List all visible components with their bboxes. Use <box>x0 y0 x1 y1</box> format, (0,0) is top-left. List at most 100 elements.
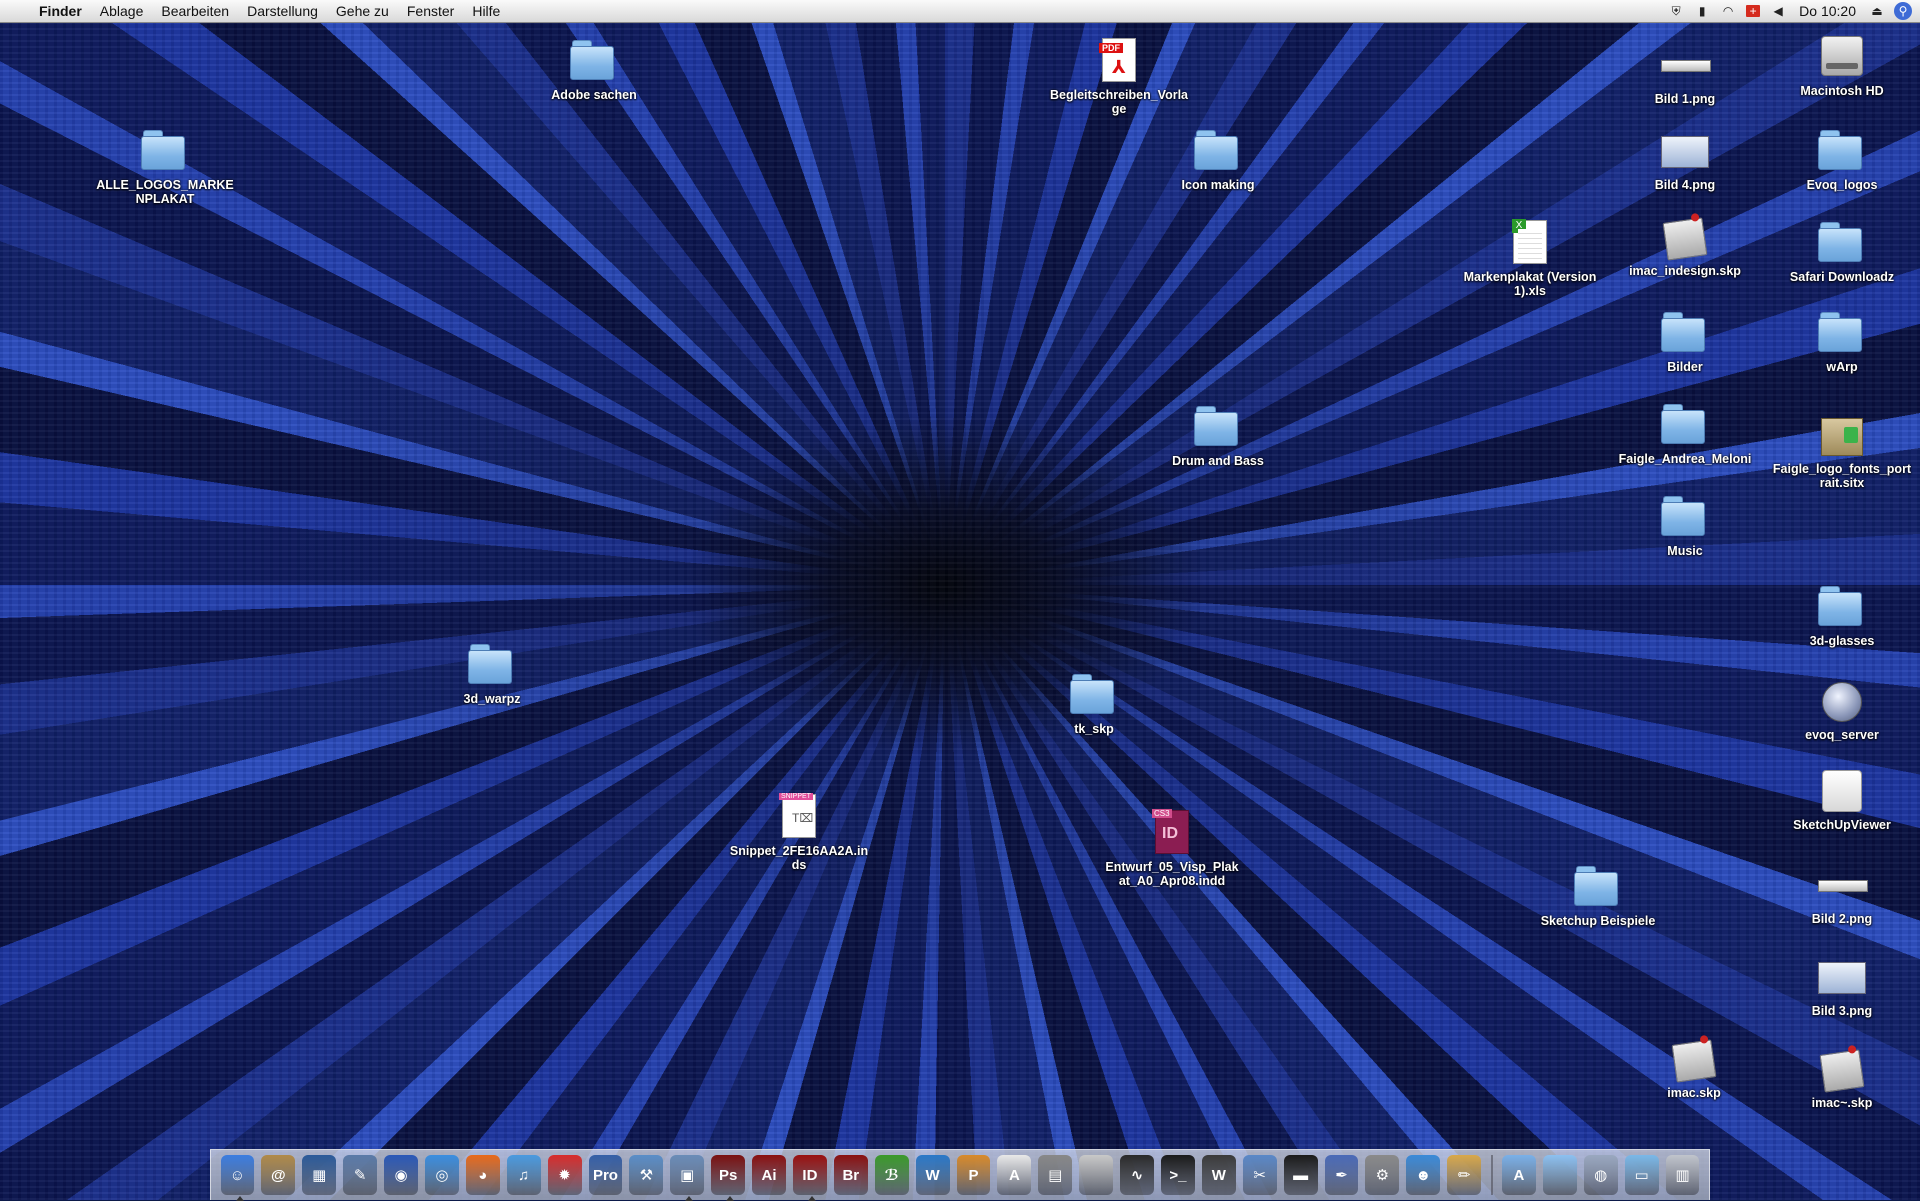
desktop-item-faigle-logo-sitx[interactable]: Faigle_logo_fonts_portrait.sitx <box>1772 410 1912 490</box>
network-icon[interactable]: ◍ <box>1583 1155 1618 1195</box>
snippet-document-icon: SNIPPET T⌧ <box>775 792 823 840</box>
item-label: Evoq_logos <box>1806 178 1878 192</box>
desktop-item-warp[interactable]: wArp <box>1772 308 1912 374</box>
desktop-item-markenplakat-xls[interactable]: X Markenplakat (Version 1).xls <box>1460 218 1600 298</box>
desktop-item-safari-downloadz[interactable]: Safari Downloadz <box>1772 218 1912 284</box>
sketchup-file-icon <box>1818 1044 1866 1093</box>
trash-icon[interactable]: ▥ <box>1665 1155 1700 1195</box>
illustrator-icon[interactable]: Ai <box>752 1155 786 1195</box>
menubar-clock[interactable]: Do 10:20 <box>1799 3 1856 19</box>
system-profiler-icon[interactable] <box>1079 1155 1114 1195</box>
google-earth-icon[interactable]: ◉ <box>384 1155 418 1195</box>
eject-icon[interactable]: ⏏ <box>1869 4 1885 18</box>
screenshot-file-icon <box>1661 126 1709 174</box>
grapher-icon[interactable]: ⚙ <box>1365 1155 1400 1195</box>
menu-fenster[interactable]: Fenster <box>398 0 463 22</box>
firefox-icon[interactable]: ◕ <box>465 1155 500 1195</box>
swiss-flag-icon[interactable]: + <box>1746 4 1761 18</box>
activity-monitor-icon[interactable]: ∿ <box>1120 1155 1154 1195</box>
desktop-item-entwurf-indd[interactable]: CS3 ID Entwurf_05_Visp_Plakat_A0_Apr08.in… <box>1102 808 1242 888</box>
desktop-item-bild-3[interactable]: Bild 3.png <box>1772 952 1912 1018</box>
item-label: Entwurf_05_Visp_Plakat_A0_Apr08.indd <box>1105 860 1239 888</box>
item-label: Adobe sachen <box>551 88 637 102</box>
network-server-icon <box>1818 676 1866 724</box>
desktop-item-3d-glasses[interactable]: 3d-glasses <box>1772 582 1912 648</box>
desktop-item-drum-and-bass[interactable]: Drum and Bass <box>1148 402 1288 468</box>
preview-icon[interactable]: ✎ <box>343 1155 378 1195</box>
menu-darstellung[interactable]: Darstellung <box>238 0 327 22</box>
paint-app-icon[interactable]: P <box>956 1155 991 1195</box>
textedit-icon[interactable]: W <box>1201 1155 1236 1195</box>
running-indicator <box>726 1196 735 1201</box>
photoshop-icon[interactable]: Ps <box>711 1155 746 1201</box>
desktop-icon[interactable]: ▭ <box>1624 1155 1659 1195</box>
usb-stick-icon[interactable]: ▬ <box>1283 1155 1318 1195</box>
desktop-item-bild-4[interactable]: Bild 4.png <box>1615 126 1755 192</box>
desktop-item-sketchupviewer[interactable]: SketchUpViewer <box>1772 766 1912 832</box>
desktop-item-icon-making[interactable]: Icon making <box>1148 126 1288 192</box>
dock: ☺ @ ▦ ✎ ◉ ◎ ◕ ♫ ✹ Pro ⚒ ▣ Ps Ai ID Br ℬ W P A ▤ ∿ >_ W ✂ ▬ ✒ ⚙ ☻ ✏ A ◍ ▭… <box>210 1149 1710 1201</box>
script-editor-icon[interactable]: ✒ <box>1324 1155 1359 1195</box>
desktop-item-faigle-andrea-meloni[interactable]: Faigle_Andrea_Meloni <box>1615 400 1755 466</box>
desktop-item-bilder[interactable]: Bilder <box>1615 308 1755 374</box>
eye-candy-icon[interactable]: ✹ <box>547 1155 582 1195</box>
app-menu-finder[interactable]: Finder <box>30 0 91 22</box>
item-label: Macintosh HD <box>1800 84 1884 98</box>
desktop-item-begleitschreiben[interactable]: PDF ⅄ Begleitschreiben_Vorlage <box>1049 36 1189 116</box>
green-app-icon[interactable]: ℬ <box>874 1155 909 1195</box>
volume-icon[interactable]: ◀ <box>1770 4 1786 18</box>
desktop-item-imac-skp[interactable]: imac.skp <box>1624 1034 1764 1100</box>
desktop-item-bild-2[interactable]: Bild 2.png <box>1772 860 1912 926</box>
desktop-item-sketchup-beispiele[interactable]: Sketchup Beispiele <box>1528 862 1668 928</box>
wifi-icon[interactable]: ◠ <box>1720 4 1736 18</box>
acrobat-icon[interactable]: A <box>997 1155 1032 1195</box>
desktop-item-music[interactable]: Music <box>1615 492 1755 558</box>
spotlight-icon[interactable]: ⚲ <box>1894 2 1912 20</box>
menu-hilfe[interactable]: Hilfe <box>463 0 509 22</box>
web-app-icon[interactable]: W <box>915 1155 950 1195</box>
folder-icon <box>141 126 189 174</box>
dock-separator <box>1490 1155 1493 1195</box>
desktop-item-adobe-sachen[interactable]: Adobe sachen <box>524 36 664 102</box>
dashboard-icon[interactable]: ▣ <box>670 1155 705 1201</box>
indesign-icon[interactable]: ID <box>792 1155 827 1201</box>
desktop-item-imac-indesign-skp[interactable]: imac_indesign.skp <box>1615 212 1755 278</box>
desktop-item-tk-skp[interactable]: tk_skp <box>1024 670 1164 736</box>
desktop-item-imac-tilde-skp[interactable]: imac~.skp <box>1772 1044 1912 1110</box>
menu-ablage[interactable]: Ablage <box>91 0 153 22</box>
desktop-item-alle-logos[interactable]: ALLE_LOGOS_MARKENPLAKAT <box>95 126 235 206</box>
applications-folder-icon[interactable]: A <box>1502 1155 1536 1195</box>
bridge-icon[interactable]: Br <box>833 1155 868 1195</box>
item-label: imac_indesign.skp <box>1629 264 1741 278</box>
safari-icon[interactable]: ◎ <box>424 1155 459 1195</box>
menu-gehe-zu[interactable]: Gehe zu <box>327 0 398 22</box>
documents-folder-icon[interactable] <box>1542 1155 1577 1195</box>
item-label: Bild 1.png <box>1654 92 1716 106</box>
folder-icon <box>468 640 516 688</box>
desktop-item-3d-warpz[interactable]: 3d_warpz <box>422 640 562 706</box>
folder-icon <box>1194 402 1242 450</box>
pencil-app-icon[interactable]: ✏ <box>1447 1155 1482 1195</box>
shield-icon[interactable]: ⛨ <box>1668 4 1684 18</box>
desktop-item-snippet[interactable]: SNIPPET T⌧ Snippet_2FE16AA2A.inds <box>729 792 869 872</box>
desktop-item-macintosh-hd[interactable]: Macintosh HD <box>1772 32 1912 98</box>
xcode-icon[interactable]: ⚒ <box>629 1155 664 1195</box>
ichat-icon[interactable]: ☻ <box>1406 1155 1441 1195</box>
iphoto-icon[interactable]: ▦ <box>302 1155 337 1195</box>
pro-app-icon[interactable]: Pro <box>588 1155 623 1195</box>
finder-icon[interactable]: ☺ <box>220 1155 255 1201</box>
menu-bearbeiten[interactable]: Bearbeiten <box>152 0 238 22</box>
desktop-item-evoq-server[interactable]: evoq_server <box>1772 676 1912 742</box>
calculator-icon[interactable]: ▤ <box>1038 1155 1073 1195</box>
battery-icon[interactable]: ▮ <box>1694 4 1710 18</box>
item-label: Icon making <box>1181 178 1255 192</box>
utility-icon[interactable]: ✂ <box>1242 1155 1277 1195</box>
item-label: Sketchup Beispiele <box>1540 914 1656 928</box>
item-label: Drum and Bass <box>1172 454 1264 468</box>
address-book-icon[interactable]: @ <box>261 1155 296 1195</box>
desktop-item-evoq-logos[interactable]: Evoq_logos <box>1772 126 1912 192</box>
itunes-icon[interactable]: ♫ <box>506 1155 541 1195</box>
folder-icon <box>1194 126 1242 174</box>
desktop-item-bild-1[interactable]: Bild 1.png <box>1615 40 1755 106</box>
terminal-icon[interactable]: >_ <box>1160 1155 1195 1195</box>
